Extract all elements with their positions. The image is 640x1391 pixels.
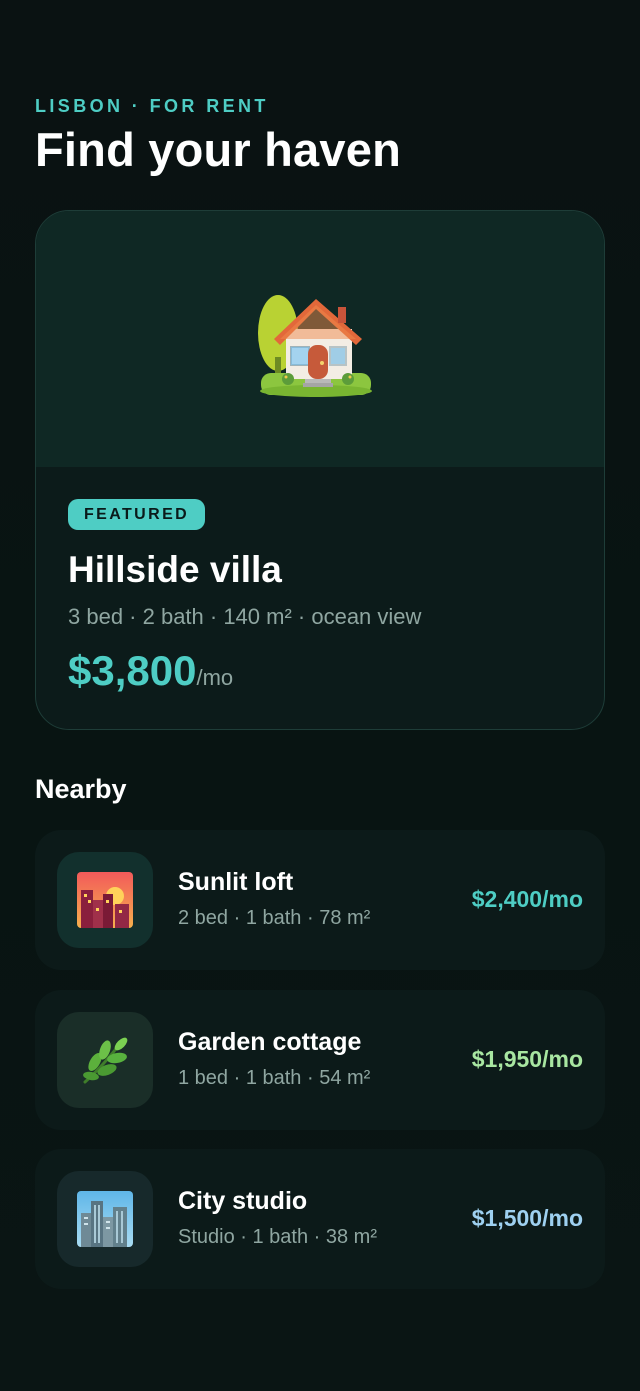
listing-thumbnail bbox=[57, 1171, 153, 1267]
listing-price: $2,400/mo bbox=[471, 886, 583, 912]
listing-price: $1,950/mo bbox=[471, 1046, 583, 1072]
cityscape-icon bbox=[77, 1191, 133, 1247]
featured-price-amount: $3,800 bbox=[68, 647, 197, 694]
listing-name: City studio bbox=[178, 1187, 308, 1215]
listing-item-city-studio[interactable]: City studio Studio · 1 bath · 38 m² $1,5… bbox=[35, 1149, 605, 1289]
listing-details: Studio · 1 bath · 38 m² bbox=[178, 1226, 377, 1248]
featured-hero-image bbox=[36, 211, 604, 467]
listing-details: 2 bed · 1 bath · 78 m² bbox=[178, 907, 371, 929]
listing-thumbnail bbox=[57, 1012, 153, 1108]
featured-listing-card[interactable]: FEATURED Hillside villa 3 bed · 2 bath ·… bbox=[35, 210, 605, 730]
featured-listing-price: $3,800/mo bbox=[68, 647, 233, 695]
listing-item-sunlit-loft[interactable]: Sunlit loft 2 bed · 1 bath · 78 m² $2,40… bbox=[35, 830, 605, 970]
cityscape-at-dusk-icon bbox=[77, 872, 133, 928]
listing-name: Sunlit loft bbox=[178, 868, 294, 896]
listing-price: $1,500/mo bbox=[471, 1205, 583, 1231]
featured-price-unit: /mo bbox=[196, 665, 234, 690]
herb-icon bbox=[83, 1037, 128, 1084]
listing-thumbnail bbox=[57, 852, 153, 948]
featured-badge: FEATURED bbox=[68, 499, 206, 530]
nearby-section-title: Nearby bbox=[35, 774, 127, 804]
page-title: Find your haven bbox=[35, 123, 401, 176]
house-with-garden-icon bbox=[258, 295, 372, 397]
location-eyebrow: LISBON · FOR RENT bbox=[35, 96, 269, 116]
listing-name: Garden cottage bbox=[178, 1028, 362, 1056]
listing-details: 1 bed · 1 bath · 54 m² bbox=[178, 1067, 371, 1089]
featured-listing-details: 3 bed · 2 bath · 140 m² · ocean view bbox=[68, 604, 422, 629]
featured-listing-name: Hillside villa bbox=[68, 549, 282, 590]
listing-item-garden-cottage[interactable]: Garden cottage 1 bed · 1 bath · 54 m² $1… bbox=[35, 990, 605, 1130]
